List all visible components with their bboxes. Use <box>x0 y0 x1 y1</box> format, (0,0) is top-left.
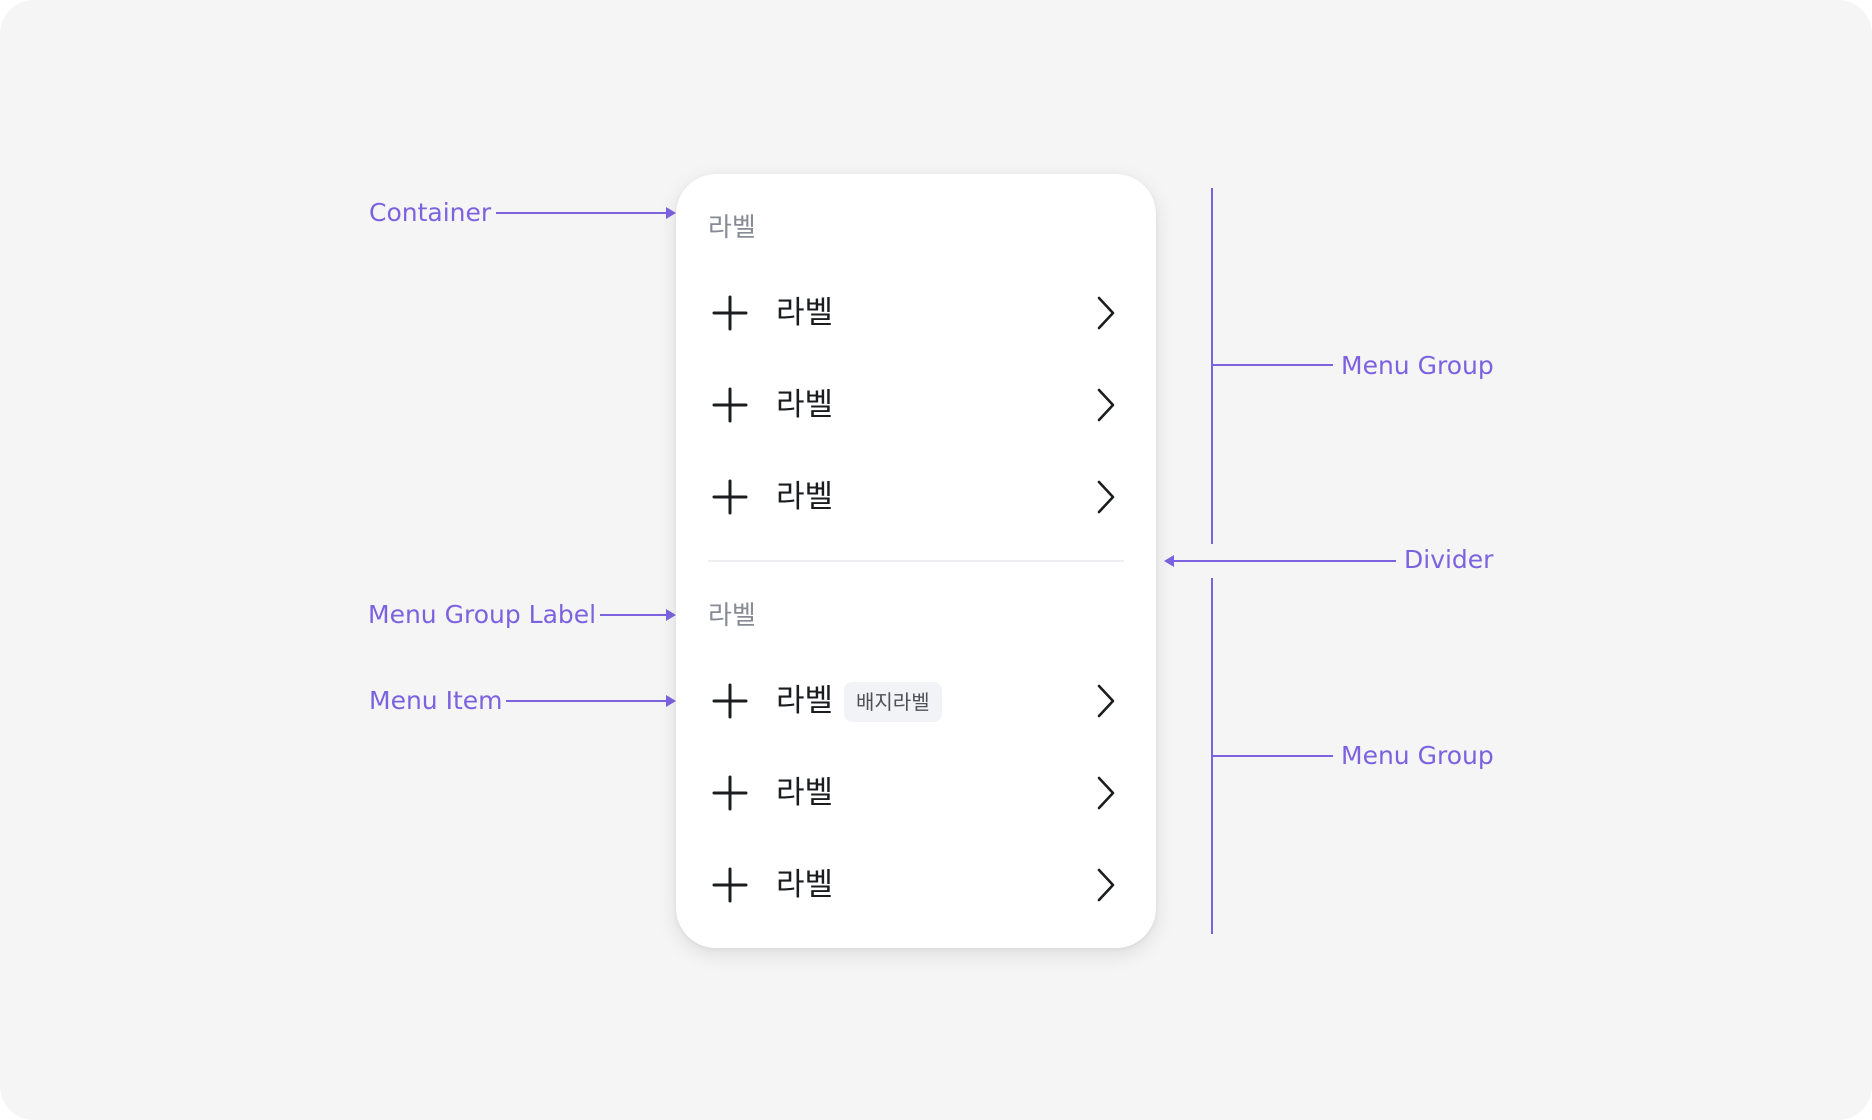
menu-group-label: 라벨 <box>708 213 756 243</box>
plus-icon <box>712 867 748 903</box>
plus-icon <box>712 295 748 331</box>
annotation-menu-group-bottom-line <box>1211 755 1333 757</box>
menu-group-label: 라벨 <box>708 601 756 631</box>
annotation-menu-item-label: Menu Item <box>369 686 503 715</box>
menu-item-label: 라벨 <box>776 479 834 515</box>
menu-item[interactable]: 라벨 <box>676 359 1156 451</box>
plus-icon <box>712 387 748 423</box>
annotation-menu-group-label-arrow <box>666 609 676 621</box>
plus-icon <box>712 479 748 515</box>
menu-item[interactable]: 라벨 <box>676 747 1156 839</box>
annotation-menu-group-top-line <box>1211 364 1333 366</box>
annotation-container-label: Container <box>369 198 492 227</box>
annotation-menu-group-top-label: Menu Group <box>1341 351 1494 380</box>
menu-item-badge: 배지라벨 <box>844 682 942 722</box>
annotation-menu-item-line <box>506 700 666 702</box>
menu-item[interactable]: 라벨 <box>676 839 1156 931</box>
menu-item-label: 라벨 <box>776 775 834 811</box>
menu-item[interactable]: 라벨 <box>676 451 1156 543</box>
menu-divider <box>708 560 1124 562</box>
menu-item-label: 라벨 <box>776 867 834 903</box>
menu-container: 라벨 라벨 라벨 라벨 라벨 라벨 배지라벨 라벨 라벨 <box>676 174 1156 948</box>
annotation-container-arrow <box>666 207 676 219</box>
menu-item-label: 라벨 <box>776 387 834 423</box>
annotation-divider-arrow <box>1164 555 1174 567</box>
annotation-divider-label: Divider <box>1404 545 1494 574</box>
menu-item[interactable]: 라벨 배지라벨 <box>676 655 1156 747</box>
chevron-right-icon <box>1097 684 1115 718</box>
menu-item-label: 라벨 <box>776 295 834 331</box>
chevron-right-icon <box>1097 480 1115 514</box>
annotation-menu-item-arrow <box>666 695 676 707</box>
canvas: Container Menu Group Label Menu Item Men… <box>0 0 1872 1120</box>
chevron-right-icon <box>1097 388 1115 422</box>
chevron-right-icon <box>1097 868 1115 902</box>
chevron-right-icon <box>1097 776 1115 810</box>
annotation-menu-group-bottom-label: Menu Group <box>1341 741 1494 770</box>
annotation-divider-line <box>1174 560 1396 562</box>
menu-item[interactable]: 라벨 <box>676 267 1156 359</box>
chevron-right-icon <box>1097 296 1115 330</box>
annotation-container-line <box>496 212 666 214</box>
menu-item-label: 라벨 <box>776 683 834 719</box>
annotation-menu-group-top-bracket <box>1211 188 1213 544</box>
annotation-menu-group-label-line <box>600 614 666 616</box>
annotation-menu-group-label-label: Menu Group Label <box>368 600 597 629</box>
plus-icon <box>712 683 748 719</box>
plus-icon <box>712 775 748 811</box>
